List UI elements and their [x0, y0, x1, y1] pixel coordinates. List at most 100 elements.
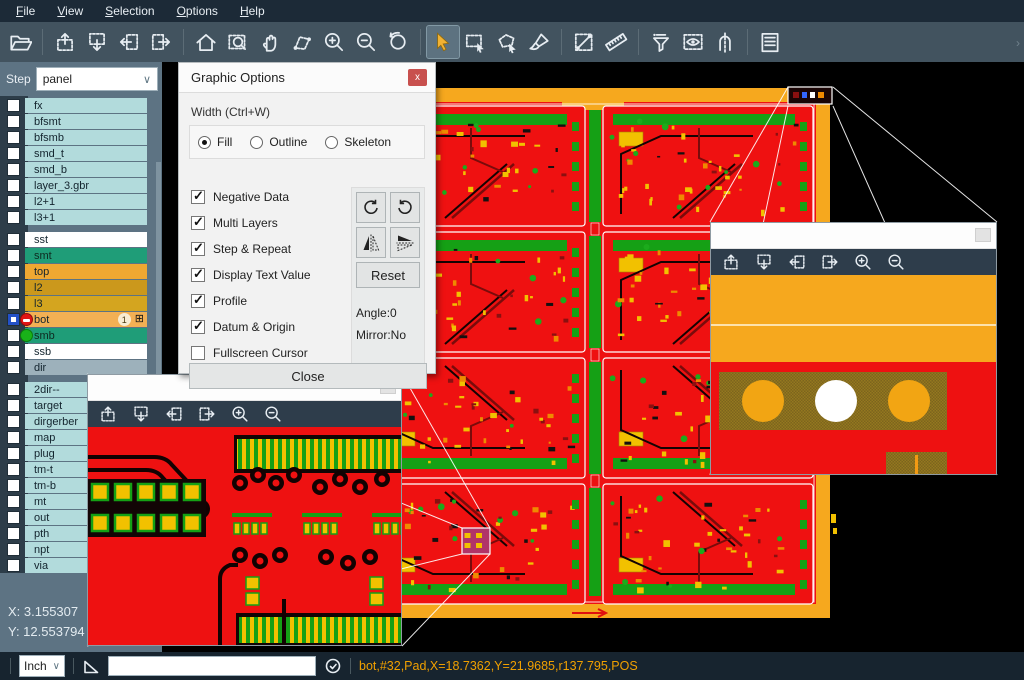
layer-row-ssb[interactable]: ssb — [0, 344, 162, 359]
zoom-in-button[interactable] — [228, 402, 252, 426]
layer-checkbox[interactable] — [7, 511, 20, 524]
layer-name[interactable]: layer_3.gbr — [25, 178, 147, 193]
pan-right-button[interactable] — [818, 250, 842, 274]
zoom-out-button[interactable] — [884, 250, 908, 274]
layer-row-layer3[interactable]: layer_3.gbr — [0, 178, 162, 193]
check-datum-origin[interactable]: Datum & Origin — [191, 319, 311, 334]
ruler-button[interactable] — [600, 26, 632, 58]
pan-down-button[interactable] — [752, 250, 776, 274]
layer-row-smb[interactable]: smb — [0, 328, 162, 343]
radio-outline[interactable]: Outline — [250, 135, 307, 149]
radio-fill[interactable]: Fill — [198, 135, 232, 149]
layer-checkbox[interactable] — [7, 431, 20, 444]
zoom-window-button[interactable] — [222, 26, 254, 58]
layer-row-sst[interactable]: sst — [0, 232, 162, 247]
pan-right-button[interactable] — [195, 402, 219, 426]
filter-button[interactable] — [645, 26, 677, 58]
menu-help[interactable]: Help — [230, 2, 275, 20]
layer-row-l2p1[interactable]: l2+1 — [0, 194, 162, 209]
layer-checkbox[interactable] — [7, 297, 20, 310]
layer-name[interactable]: bfsmb — [25, 130, 147, 145]
layer-checkbox[interactable] — [7, 131, 20, 144]
check-multi-layers[interactable]: Multi Layers — [191, 215, 311, 230]
checkbox-icon[interactable] — [191, 242, 205, 256]
check-fullscreen-cursor[interactable]: Fullscreen Cursor — [191, 345, 311, 360]
graphic-options-dialog[interactable]: Graphic Options x Width (Ctrl+W) Fill Ou… — [178, 62, 436, 374]
layer-checkbox[interactable] — [7, 99, 20, 112]
layer-row-bot[interactable]: bot 1 ⊞ — [0, 312, 162, 327]
layer-row-l2[interactable]: l2 — [0, 280, 162, 295]
pan-up-button[interactable] — [96, 402, 120, 426]
layer-checkbox[interactable] — [7, 399, 20, 412]
layer-checkbox[interactable] — [7, 249, 20, 262]
layer-row-smt[interactable]: smt — [0, 248, 162, 263]
checkbox-icon[interactable] — [191, 320, 205, 334]
layer-row-smd_t[interactable]: smd_t — [0, 146, 162, 161]
layer-row-bfsmb[interactable]: bfsmb — [0, 130, 162, 145]
dialog-titlebar[interactable]: Graphic Options x — [179, 63, 435, 93]
open-button[interactable] — [4, 26, 36, 58]
zoom-in-button[interactable] — [851, 250, 875, 274]
layer-name[interactable]: l2 — [25, 280, 147, 295]
pan-down-button[interactable] — [81, 26, 113, 58]
close-icon[interactable]: x — [408, 69, 427, 86]
layer-checkbox[interactable] — [7, 479, 20, 492]
select-brush-button[interactable] — [523, 26, 555, 58]
zoom-previous-button[interactable] — [382, 26, 414, 58]
layer-checkbox[interactable] — [7, 415, 20, 428]
layer-checkbox[interactable] — [7, 383, 20, 396]
magnifier-window-left[interactable] — [87, 374, 402, 646]
select-rect-button[interactable] — [459, 26, 491, 58]
menu-view[interactable]: View — [47, 2, 93, 20]
check-display-text-value[interactable]: Display Text Value — [191, 267, 311, 282]
menu-options[interactable]: Options — [167, 2, 228, 20]
layer-name[interactable]: ssb — [25, 344, 147, 359]
rotate-cw-button[interactable] — [356, 192, 386, 223]
pan-up-button[interactable] — [719, 250, 743, 274]
window-button-icon[interactable] — [975, 228, 991, 242]
layer-name[interactable]: l2+1 — [25, 194, 147, 209]
layer-checkbox[interactable] — [7, 211, 20, 224]
layer-checkbox[interactable] — [7, 495, 20, 508]
layer-name[interactable]: bfsmt — [25, 114, 147, 129]
layer-name[interactable]: top — [25, 264, 147, 279]
layer-name[interactable]: smt — [25, 248, 147, 263]
check-step-repeat[interactable]: Step & Repeat — [191, 241, 311, 256]
layer-row-dir[interactable]: dir — [0, 360, 162, 375]
checkbox-icon[interactable] — [191, 216, 205, 230]
layer-checkbox[interactable] — [7, 345, 20, 358]
menu-file[interactable]: File — [6, 2, 45, 20]
layer-checkbox[interactable] — [7, 179, 20, 192]
layer-checkbox[interactable] — [7, 195, 20, 208]
layer-checkbox[interactable] — [7, 281, 20, 294]
layer-row-smd_b[interactable]: smd_b — [0, 162, 162, 177]
radio-skeleton[interactable]: Skeleton — [325, 135, 391, 149]
pan-left-button[interactable] — [785, 250, 809, 274]
home-view-button[interactable] — [190, 26, 222, 58]
rotate-ccw-button[interactable] — [390, 192, 420, 223]
layer-checkbox[interactable] — [7, 147, 20, 160]
layer-checkbox[interactable] — [7, 265, 20, 278]
pan-hand-button[interactable] — [254, 26, 286, 58]
checkbox-icon[interactable] — [191, 294, 205, 308]
pan-up-button[interactable] — [49, 26, 81, 58]
magnifier-right-titlebar[interactable] — [711, 223, 996, 249]
pan-right-button[interactable] — [145, 26, 177, 58]
mirror-horizontal-button[interactable] — [356, 227, 386, 258]
layer-name[interactable]: l3+1 — [25, 210, 147, 225]
magnifier-window-right[interactable] — [710, 222, 997, 475]
layer-checkbox[interactable] — [7, 361, 20, 374]
layer-checkbox[interactable] — [7, 463, 20, 476]
measure-path-button[interactable] — [286, 26, 318, 58]
layer-name[interactable]: fx — [25, 98, 147, 113]
zoom-out-button[interactable] — [350, 26, 382, 58]
zoom-in-button[interactable] — [318, 26, 350, 58]
layer-name[interactable]: smb — [25, 328, 147, 343]
layer-row-top[interactable]: top — [0, 264, 162, 279]
layer-checkbox[interactable] — [7, 233, 20, 246]
layer-name[interactable]: smd_t — [25, 146, 147, 161]
layer-row-l3[interactable]: l3 — [0, 296, 162, 311]
select-cursor-button[interactable] — [427, 26, 459, 58]
layer-checkbox[interactable] — [7, 447, 20, 460]
reset-button[interactable]: Reset — [356, 262, 420, 288]
